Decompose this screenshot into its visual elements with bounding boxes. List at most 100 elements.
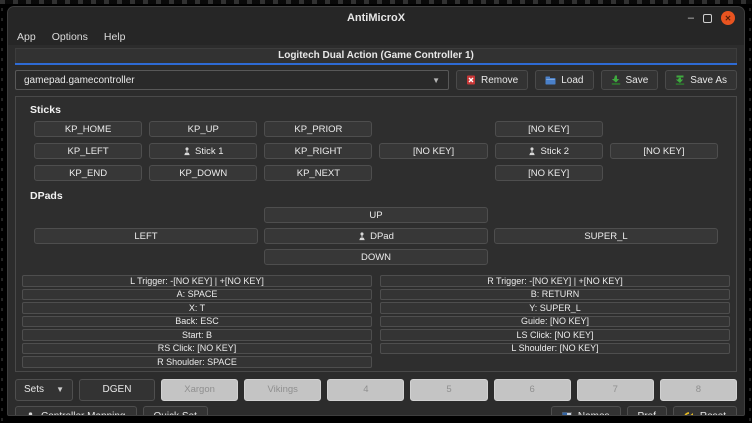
mapping-button[interactable]: [NO KEY] <box>495 165 603 181</box>
mapping-button[interactable]: KP_DOWN <box>149 165 257 181</box>
mapping-button-label: [NO KEY] <box>413 146 454 157</box>
mapping-button[interactable]: KP_UP <box>149 121 257 137</box>
mapping-button[interactable]: Stick 1 <box>149 143 257 159</box>
load-button[interactable]: Load <box>535 70 593 90</box>
set-tab-xargon[interactable]: Xargon <box>161 379 238 401</box>
menubar: App Options Help <box>8 29 744 45</box>
mapping-button[interactable]: L Trigger: -[NO KEY] | +[NO KEY] <box>22 275 372 287</box>
mapping-button[interactable]: UP <box>264 207 488 223</box>
mapping-button[interactable]: [NO KEY] <box>379 143 487 159</box>
set-tab-5[interactable]: 5 <box>410 379 487 401</box>
set-tab-6[interactable]: 6 <box>494 379 571 401</box>
mapping-button-label: Start: B <box>182 330 212 340</box>
reset-icon <box>684 412 694 417</box>
mapping-button[interactable]: [NO KEY] <box>610 143 718 159</box>
sets-row: Sets ▼ DGEN Xargon Vikings 45678 <box>15 379 737 401</box>
reset-button[interactable]: Reset <box>673 406 737 417</box>
sets-dropdown-button[interactable]: Sets ▼ <box>15 379 73 401</box>
mapping-button[interactable]: KP_LEFT <box>34 143 142 159</box>
menu-help[interactable]: Help <box>104 31 126 43</box>
tab-accent-line <box>15 63 737 65</box>
mapping-button-label: R Shoulder: SPACE <box>157 357 237 367</box>
pref-button[interactable]: Pref <box>627 406 667 417</box>
current-set-tab[interactable]: DGEN <box>79 379 155 401</box>
set-tab-8[interactable]: 8 <box>660 379 737 401</box>
menu-app[interactable]: App <box>17 31 36 43</box>
mapping-button-label: LS Click: [NO KEY] <box>516 330 593 340</box>
mapping-button[interactable]: Stick 2 <box>495 143 603 159</box>
mapping-button[interactable]: DPad <box>264 228 488 244</box>
mapping-button[interactable]: KP_PRIOR <box>264 121 372 137</box>
profile-toolbar: gamepad.gamecontroller ▼ Remove Load Sa <box>15 70 737 90</box>
mapping-button[interactable]: R Shoulder: SPACE <box>22 356 372 368</box>
mapping-button-label: UP <box>369 210 382 221</box>
mapping-button[interactable]: Guide: [NO KEY] <box>380 316 730 328</box>
mapping-button[interactable]: Start: B <box>22 329 372 341</box>
mapping-button-label: KP_END <box>69 168 107 179</box>
button-assignments-grid: L Trigger: -[NO KEY] | +[NO KEY] R Trigge… <box>20 275 732 368</box>
mapping-button-label: RS Click: [NO KEY] <box>158 343 237 353</box>
set-tab-4[interactable]: 4 <box>327 379 404 401</box>
mapping-button-label: DPad <box>370 231 394 242</box>
chevron-down-icon: ▼ <box>432 76 440 85</box>
mapping-button-label: Stick 2 <box>540 146 569 157</box>
remove-button-label: Remove <box>481 75 518 86</box>
mapping-button-label: X: T <box>189 303 205 313</box>
mapping-button-label: KP_UP <box>188 124 219 135</box>
minimize-button[interactable]: – <box>688 13 694 23</box>
mapping-button[interactable]: [NO KEY] <box>495 121 603 137</box>
mapping-button[interactable]: SUPER_L <box>494 228 718 244</box>
mapping-button[interactable]: Y: SUPER_L <box>380 302 730 314</box>
antimicrox-window: AntiMicroX – ✕ App Options Help Logitech… <box>7 6 745 416</box>
menu-options[interactable]: Options <box>52 31 88 43</box>
mapping-button[interactable]: KP_NEXT <box>264 165 372 181</box>
names-button-label: Names <box>578 411 610 416</box>
dpads-grid: UP LEFT DPad SUPER_L DOWN <box>20 207 732 265</box>
mapping-button[interactable]: B: RETURN <box>380 289 730 301</box>
mapping-button[interactable]: KP_END <box>34 165 142 181</box>
mapping-button-label: [NO KEY] <box>643 146 684 157</box>
remove-icon <box>466 75 476 85</box>
reset-button-label: Reset <box>700 411 726 416</box>
close-button[interactable]: ✕ <box>721 11 735 25</box>
mapping-button[interactable]: A: SPACE <box>22 289 372 301</box>
mapping-button[interactable]: DOWN <box>264 249 488 265</box>
profile-combobox[interactable]: gamepad.gamecontroller ▼ <box>15 70 449 90</box>
maximize-button[interactable] <box>703 14 712 23</box>
save-button[interactable]: Save <box>601 70 659 90</box>
mapping-button-label: Y: SUPER_L <box>529 303 581 313</box>
mapping-button-label: [NO KEY] <box>528 124 569 135</box>
footer-toolbar: Controller Mapping Quick Set Names Pref … <box>15 406 737 417</box>
mapping-button[interactable]: LS Click: [NO KEY] <box>380 329 730 341</box>
mapping-button-label: SUPER_L <box>584 231 627 242</box>
names-button[interactable]: Names <box>551 406 621 417</box>
controller-mapping-button[interactable]: Controller Mapping <box>15 406 137 417</box>
mapping-button[interactable]: L Shoulder: [NO KEY] <box>380 343 730 355</box>
screenshot-frame-dashes <box>749 4 751 421</box>
sticks-heading: Sticks <box>30 104 732 116</box>
set-tab-vikings[interactable]: Vikings <box>244 379 321 401</box>
mapping-button-label: A: SPACE <box>177 289 218 299</box>
save-as-button[interactable]: Save As <box>665 70 737 90</box>
mapping-button[interactable]: KP_RIGHT <box>264 143 372 159</box>
screenshot-frame-dashes <box>1 4 3 421</box>
set-tab-7[interactable]: 7 <box>577 379 654 401</box>
titlebar: AntiMicroX – ✕ <box>8 7 744 29</box>
mapping-button[interactable]: RS Click: [NO KEY] <box>22 343 372 355</box>
mapping-button-label: L Trigger: -[NO KEY] | +[NO KEY] <box>130 276 264 286</box>
controller-tab[interactable]: Logitech Dual Action (Game Controller 1) <box>15 48 737 63</box>
mapping-button[interactable]: LEFT <box>34 228 258 244</box>
mapping-button-label: KP_NEXT <box>297 168 340 179</box>
load-button-label: Load <box>561 75 583 86</box>
mapping-button[interactable]: X: T <box>22 302 372 314</box>
mapping-button-label: Guide: [NO KEY] <box>521 316 589 326</box>
mapping-button[interactable]: R Trigger: -[NO KEY] | +[NO KEY] <box>380 275 730 287</box>
quick-set-button[interactable]: Quick Set <box>143 406 208 417</box>
mapping-panel: Sticks KP_HOME KP_UP KP_PRIOR [NO KEY] KP_LE… <box>15 96 737 372</box>
mapping-button-label: L Shoulder: [NO KEY] <box>511 343 598 353</box>
mapping-button-label: DOWN <box>361 252 391 263</box>
sticks-grid: KP_HOME KP_UP KP_PRIOR [NO KEY] KP_LEFT Stick… <box>20 121 732 181</box>
mapping-button[interactable]: Back: ESC <box>22 316 372 328</box>
mapping-button[interactable]: KP_HOME <box>34 121 142 137</box>
remove-button[interactable]: Remove <box>456 70 528 90</box>
